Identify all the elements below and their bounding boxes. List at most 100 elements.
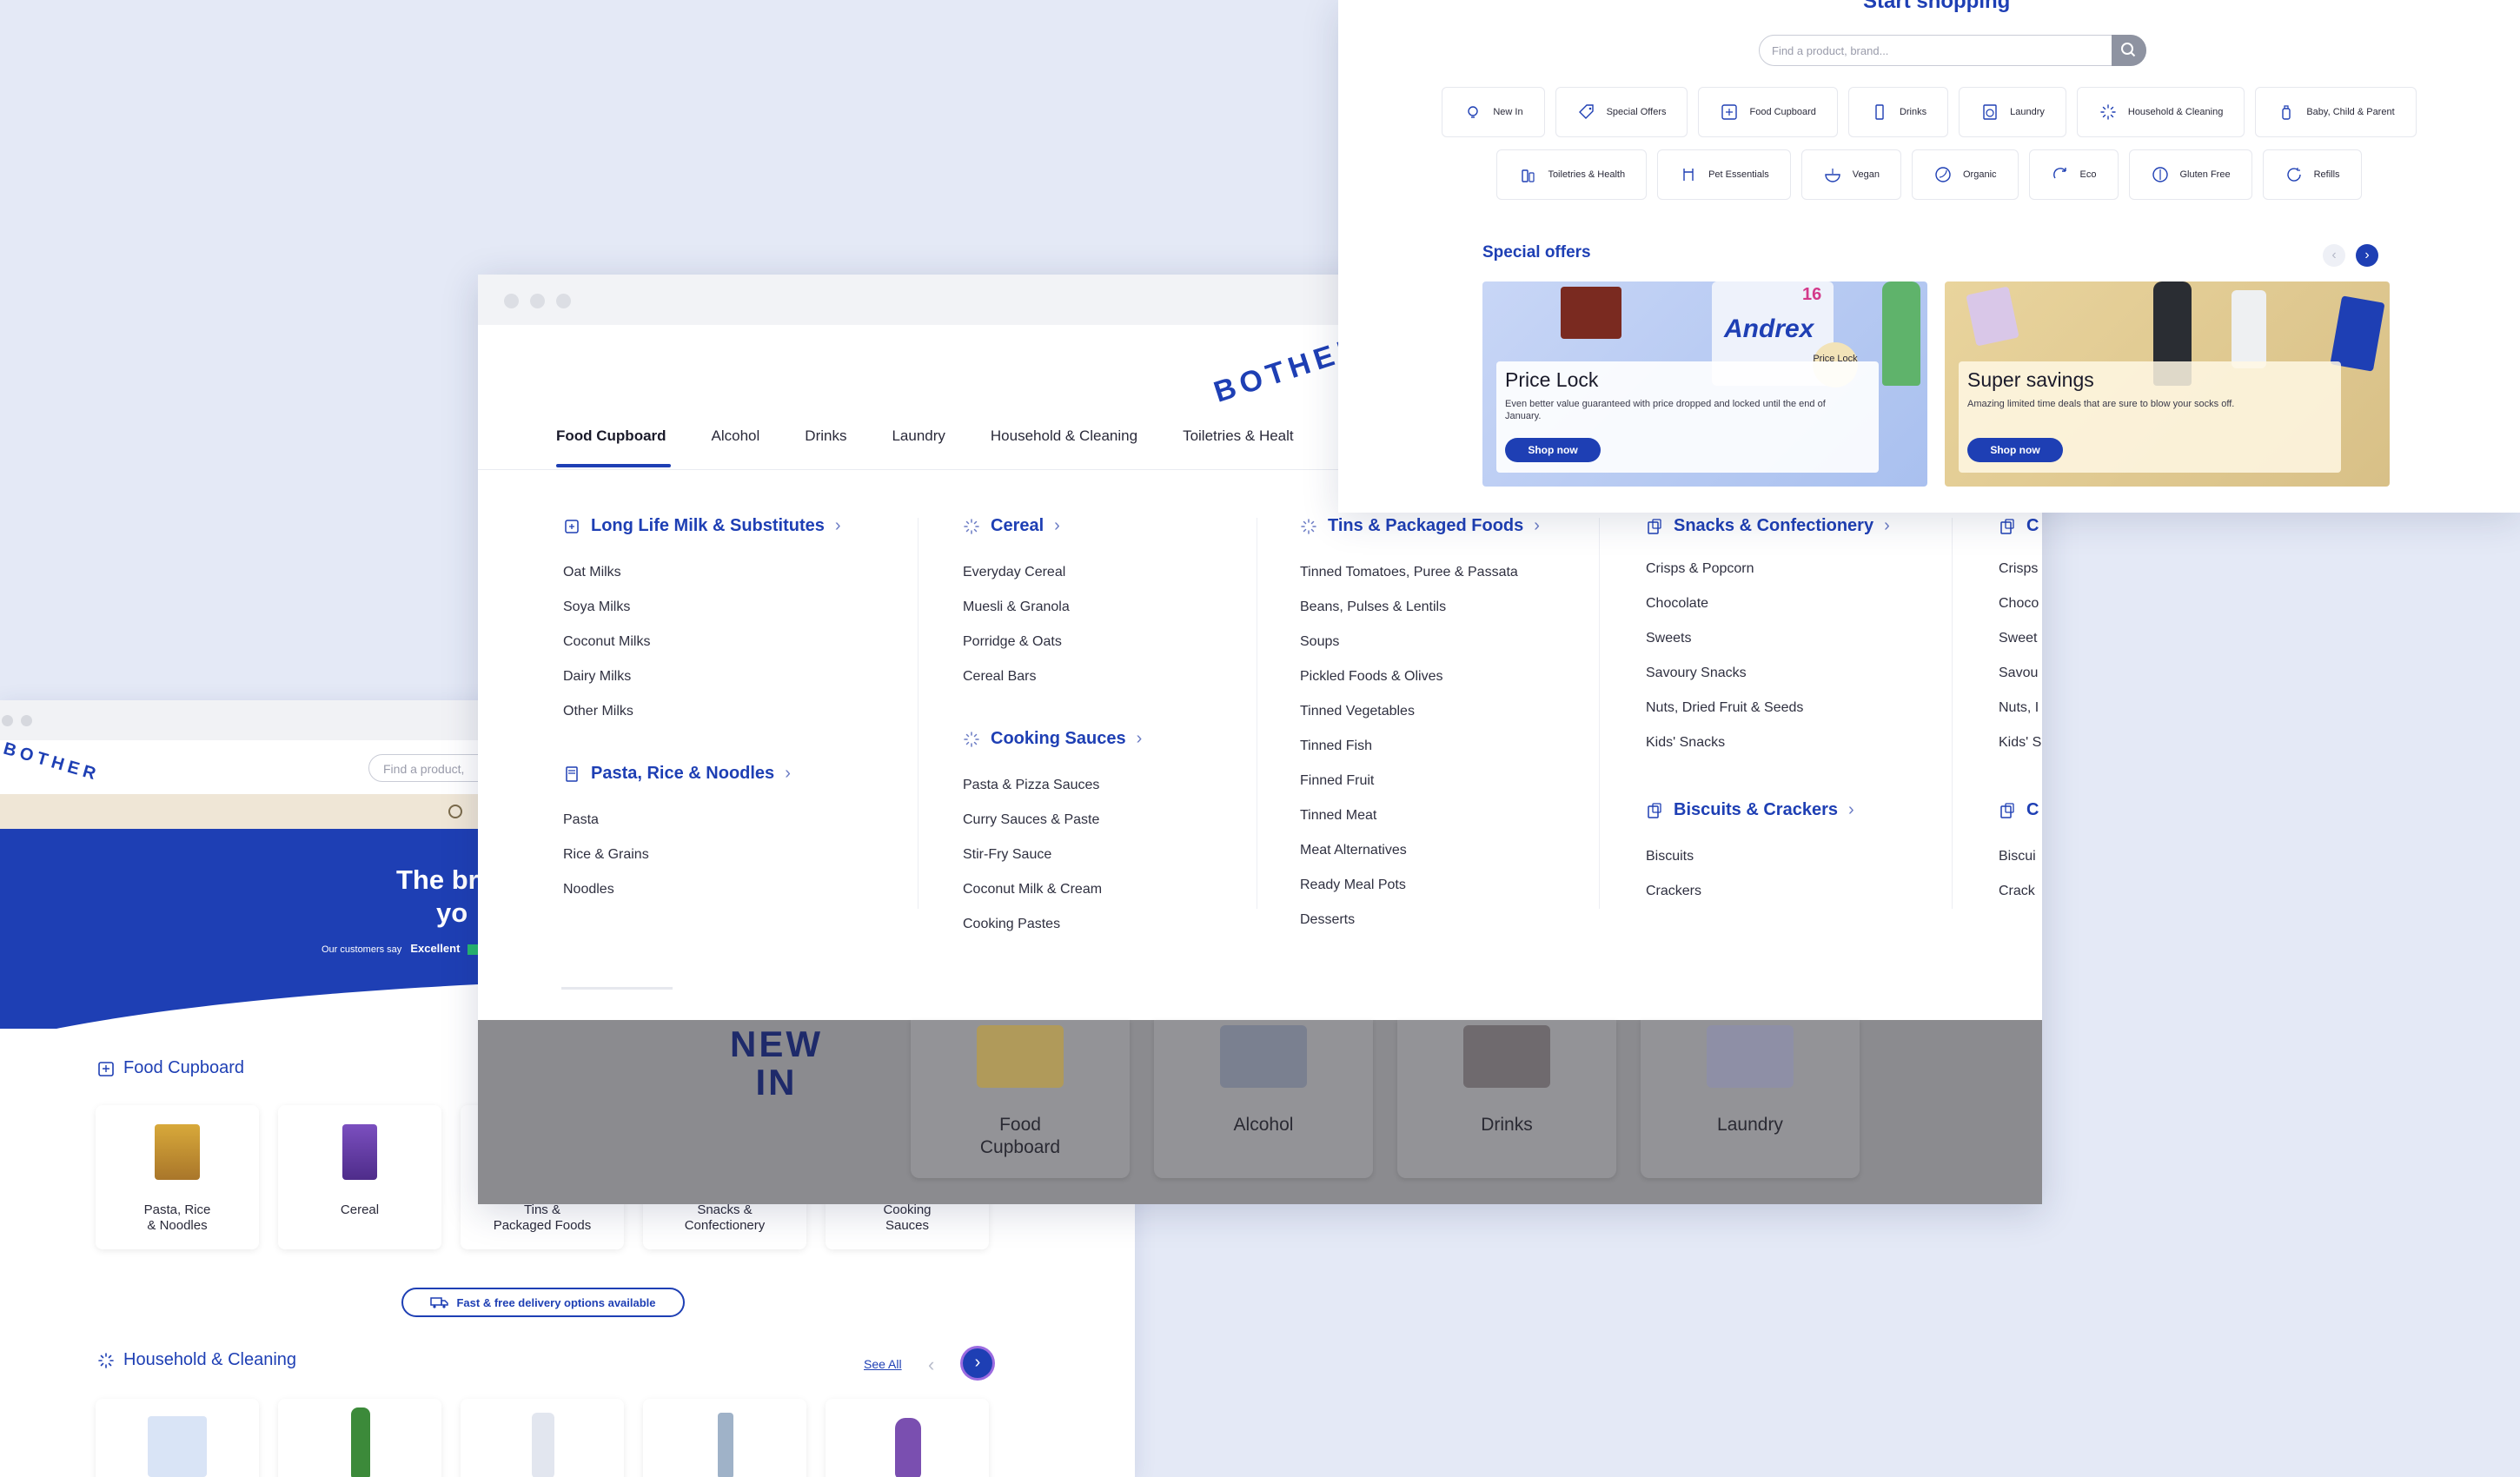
menu-category-cooking-sauces[interactable]: Cooking Sauces › <box>963 729 1142 749</box>
offers-next-button[interactable]: › <box>2356 244 2378 267</box>
subcategory-link[interactable]: Stir-Fry Sauce <box>963 838 1142 872</box>
subcategory-link[interactable]: Biscuits <box>1646 839 1890 874</box>
chip-baby-child-parent[interactable]: Baby, Child & Parent <box>2255 87 2417 137</box>
subcategory-link[interactable]: Crackers <box>1646 874 1890 909</box>
subcategory-link[interactable]: Ready Meal Pots <box>1300 868 1540 903</box>
subcategory-link[interactable]: Crack <box>1999 874 2041 909</box>
subcategory-link[interactable]: Pickled Foods & Olives <box>1300 659 1540 694</box>
menu-category-pasta[interactable]: Pasta, Rice & Noodles › <box>563 764 841 784</box>
nav-tab-food-cupboard[interactable]: Food Cupboard <box>556 427 666 445</box>
nav-tab-laundry[interactable]: Laundry <box>892 427 945 445</box>
product-card[interactable] <box>461 1399 624 1477</box>
category-card-cereal[interactable]: Cereal <box>278 1105 441 1249</box>
offers-prev-button[interactable]: ‹ <box>2323 244 2345 267</box>
search-input[interactable]: Find a product, brand... <box>1759 35 2146 66</box>
chip-toiletries-health[interactable]: Toiletries & Health <box>1496 149 1648 200</box>
subcategory-link[interactable]: Savoury Snacks <box>1646 656 1890 691</box>
star-icon <box>468 944 479 956</box>
see-all-link[interactable]: See All <box>864 1357 902 1371</box>
menu-category-tins[interactable]: Tins & Packaged Foods › <box>1300 516 1540 536</box>
menu-category-biscuits[interactable]: Biscuits & Crackers › <box>1646 800 1890 820</box>
chip-refills[interactable]: Refills <box>2262 149 2362 200</box>
subcategory-link[interactable]: Choco <box>1999 586 2041 621</box>
chip-special-offers[interactable]: Special Offers <box>1555 87 1688 137</box>
chip-food-cupboard[interactable]: Food Cupboard <box>1698 87 1838 137</box>
toilet-roll-icon <box>148 1416 207 1477</box>
nav-tab-household[interactable]: Household & Cleaning <box>991 427 1137 445</box>
chip-drinks[interactable]: Drinks <box>1847 87 1949 137</box>
subcategory-link[interactable]: Cooking Pastes <box>963 907 1142 942</box>
subcategory-link[interactable]: Oat Milks <box>563 555 841 590</box>
chip-new-in[interactable]: New In <box>1442 87 1545 137</box>
subcategory-link[interactable]: Crisps <box>1999 552 2041 586</box>
chip-gluten-free[interactable]: Gluten Free <box>2128 149 2252 200</box>
promo-card-price-lock[interactable]: Andrex 16 Price Lock Price Lock Even bet… <box>1482 281 1927 487</box>
category-title: C <box>2026 516 2039 535</box>
product-card[interactable] <box>826 1399 989 1477</box>
subcategory-link[interactable]: Sweet <box>1999 621 2041 656</box>
subcategory-link[interactable]: Chocolate <box>1646 586 1890 621</box>
subcategory-link[interactable]: Curry Sauces & Paste <box>963 803 1142 838</box>
product-card[interactable] <box>96 1399 259 1477</box>
subcategory-link[interactable]: Beans, Pulses & Lentils <box>1300 590 1540 625</box>
subcategory-link[interactable]: Nuts, I <box>1999 691 2041 725</box>
subcategory-link[interactable]: Cereal Bars <box>963 659 1142 694</box>
chip-laundry[interactable]: Laundry <box>1959 87 2066 137</box>
search-button[interactable] <box>2112 35 2146 66</box>
subcategory-link[interactable]: Tinned Meat <box>1300 798 1540 833</box>
carousel-next-button[interactable]: › <box>963 1348 992 1378</box>
subcategory-link[interactable]: Meat Alternatives <box>1300 833 1540 868</box>
nav-tab-toiletries[interactable]: Toiletries & Healt <box>1183 427 1294 445</box>
subcategory-link[interactable]: Noodles <box>563 872 841 907</box>
subcategory-link[interactable]: Tinned Fish <box>1300 729 1540 764</box>
subcategory-link[interactable]: Other Milks <box>563 694 841 729</box>
subcategory-link[interactable]: Coconut Milk & Cream <box>963 872 1142 907</box>
carousel-prev-button[interactable]: ‹ <box>928 1354 934 1376</box>
card-label: Cooking Sauces <box>883 1202 932 1233</box>
subcategory-link[interactable]: Biscui <box>1999 839 2041 874</box>
subcategory-link[interactable]: Rice & Grains <box>563 838 841 872</box>
subcategory-list: Pasta & Pizza Sauces Curry Sauces & Past… <box>963 768 1142 942</box>
menu-category-cereal[interactable]: Cereal › <box>963 516 1142 536</box>
menu-category-clipped[interactable]: C <box>1999 516 2041 536</box>
product-card[interactable] <box>643 1399 806 1477</box>
chip-pet-essentials[interactable]: Pet Essentials <box>1657 149 1791 200</box>
subcategory-link[interactable]: Crisps & Popcorn <box>1646 552 1890 586</box>
subcategory-link[interactable]: Kids' Snacks <box>1646 725 1890 760</box>
bother-logo[interactable]: BOTHER <box>1 739 102 786</box>
subcategory-link[interactable]: Soups <box>1300 625 1540 659</box>
window-dot <box>21 715 32 726</box>
nav-tab-alcohol[interactable]: Alcohol <box>712 427 760 445</box>
menu-category-snacks[interactable]: Snacks & Confectionery › <box>1646 516 1890 536</box>
subcategory-link[interactable]: Porridge & Oats <box>963 625 1142 659</box>
category-card-pasta[interactable]: Pasta, Rice & Noodles <box>96 1105 259 1249</box>
subcategory-link[interactable]: Finned Fruit <box>1300 764 1540 798</box>
product-card[interactable] <box>278 1399 441 1477</box>
nav-tab-drinks[interactable]: Drinks <box>805 427 846 445</box>
promo-card-super-savings[interactable]: Super savings Amazing limited time deals… <box>1945 281 2390 487</box>
subcategory-link[interactable]: Kids' S <box>1999 725 2041 760</box>
subcategory-link[interactable]: Nuts, Dried Fruit & Seeds <box>1646 691 1890 725</box>
subcategory-link[interactable]: Everyday Cereal <box>963 555 1142 590</box>
subcategory-link[interactable]: Desserts <box>1300 903 1540 937</box>
subcategory-link[interactable]: Pasta & Pizza Sauces <box>963 768 1142 803</box>
subcategory-link[interactable]: Coconut Milks <box>563 625 841 659</box>
chip-household-cleaning[interactable]: Household & Cleaning <box>2076 87 2245 137</box>
subcategory-link[interactable]: Sweets <box>1646 621 1890 656</box>
chip-vegan[interactable]: Vegan <box>1800 149 1901 200</box>
subcategory-link[interactable]: Pasta <box>563 803 841 838</box>
subcategory-link[interactable]: Tinned Vegetables <box>1300 694 1540 729</box>
menu-category-long-life-milk[interactable]: Long Life Milk & Substitutes › <box>563 516 841 536</box>
chip-organic[interactable]: Organic <box>1912 149 2019 200</box>
shop-now-button[interactable]: Shop now <box>1967 438 2063 462</box>
chip-eco[interactable]: Eco <box>2028 149 2119 200</box>
shop-now-button[interactable]: Shop now <box>1505 438 1601 462</box>
subcategory-link[interactable]: Soya Milks <box>563 590 841 625</box>
subcategory-link[interactable]: Tinned Tomatoes, Puree & Passata <box>1300 555 1540 590</box>
subcategory-link[interactable]: Dairy Milks <box>563 659 841 694</box>
delivery-options-button[interactable]: Fast & free delivery options available <box>401 1288 685 1317</box>
subcategory-link[interactable]: Muesli & Granola <box>963 590 1142 625</box>
column-divider <box>1952 518 1953 909</box>
subcategory-link[interactable]: Savou <box>1999 656 2041 691</box>
menu-category-clipped[interactable]: C <box>1999 800 2041 820</box>
